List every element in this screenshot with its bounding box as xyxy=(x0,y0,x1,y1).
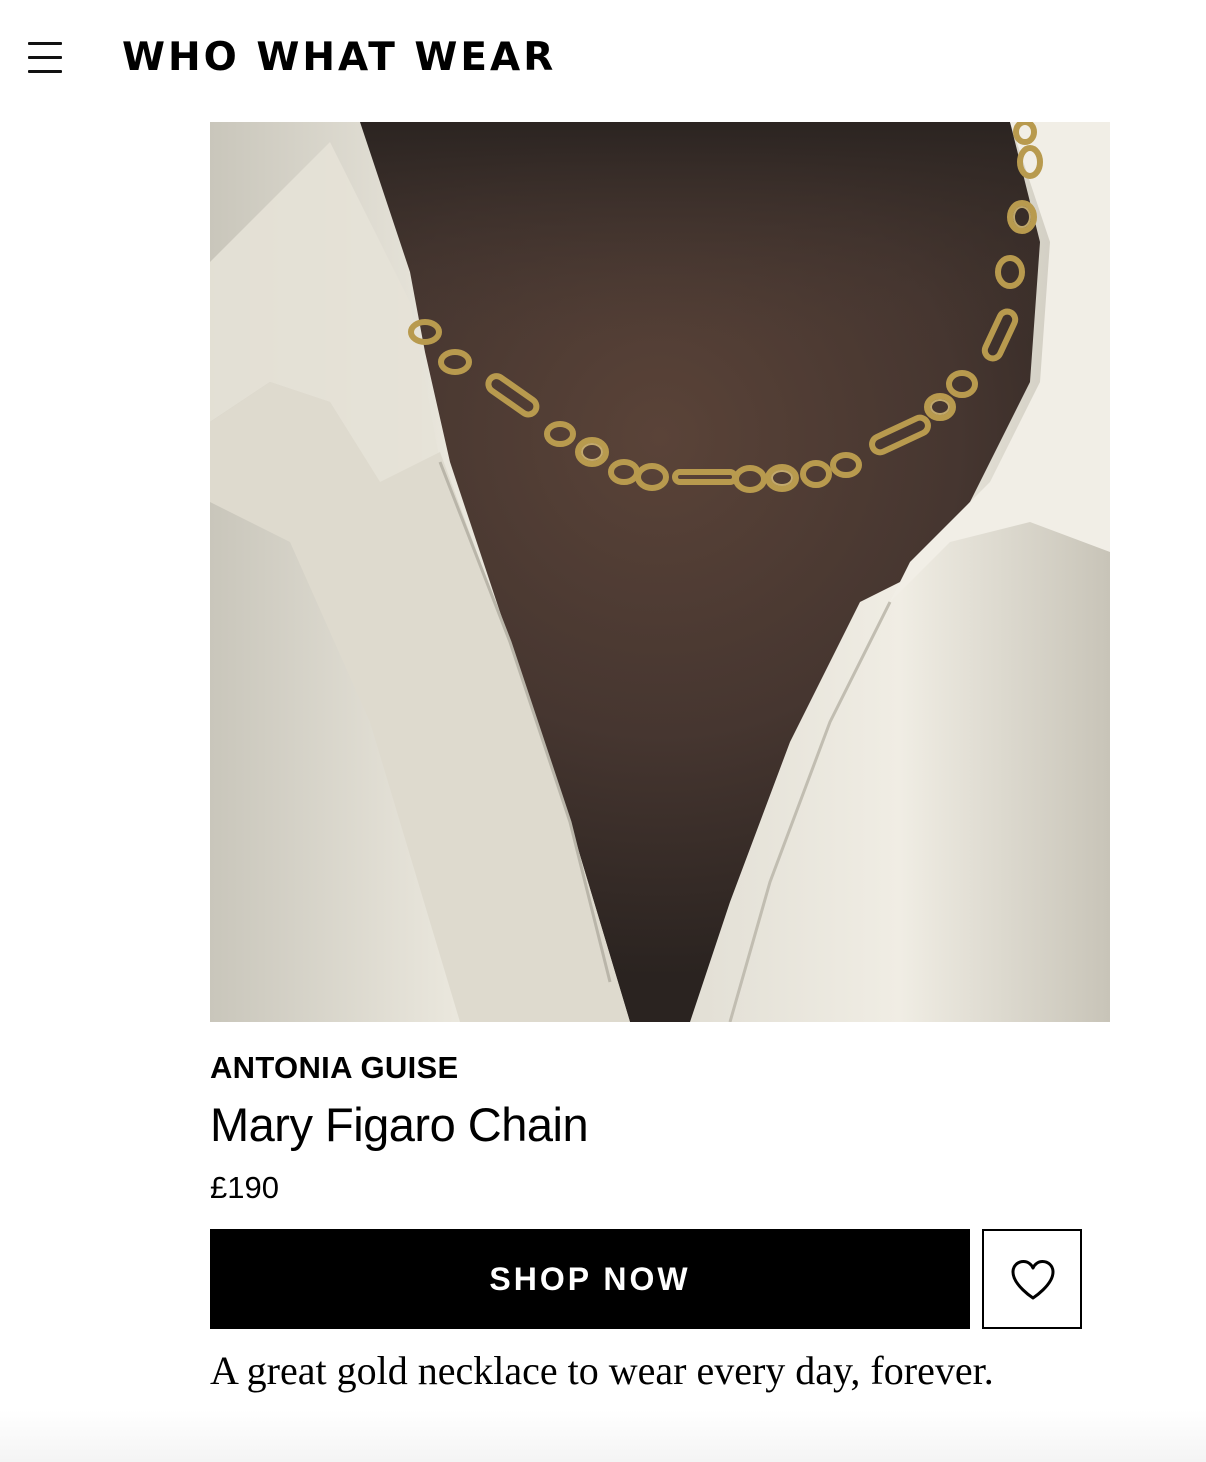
hamburger-menu-icon[interactable] xyxy=(26,40,64,76)
product-brand[interactable]: ANTONIA GUISE xyxy=(210,1049,458,1087)
product-name[interactable]: Mary Figaro Chain xyxy=(210,1096,589,1154)
favorite-button[interactable] xyxy=(982,1229,1082,1329)
product-price: £190 xyxy=(210,1170,279,1205)
product-image[interactable] xyxy=(210,122,1110,1022)
product-description: A great gold necklace to wear every day,… xyxy=(210,1348,994,1393)
page-bottom-band xyxy=(0,1410,1206,1462)
site-logo[interactable]: WHO WHAT WEAR xyxy=(122,34,556,82)
site-header: WHO WHAT WEAR xyxy=(0,0,1206,116)
heart-outline-icon xyxy=(1011,1260,1055,1300)
shop-now-button[interactable]: SHOP NOW xyxy=(210,1229,970,1329)
